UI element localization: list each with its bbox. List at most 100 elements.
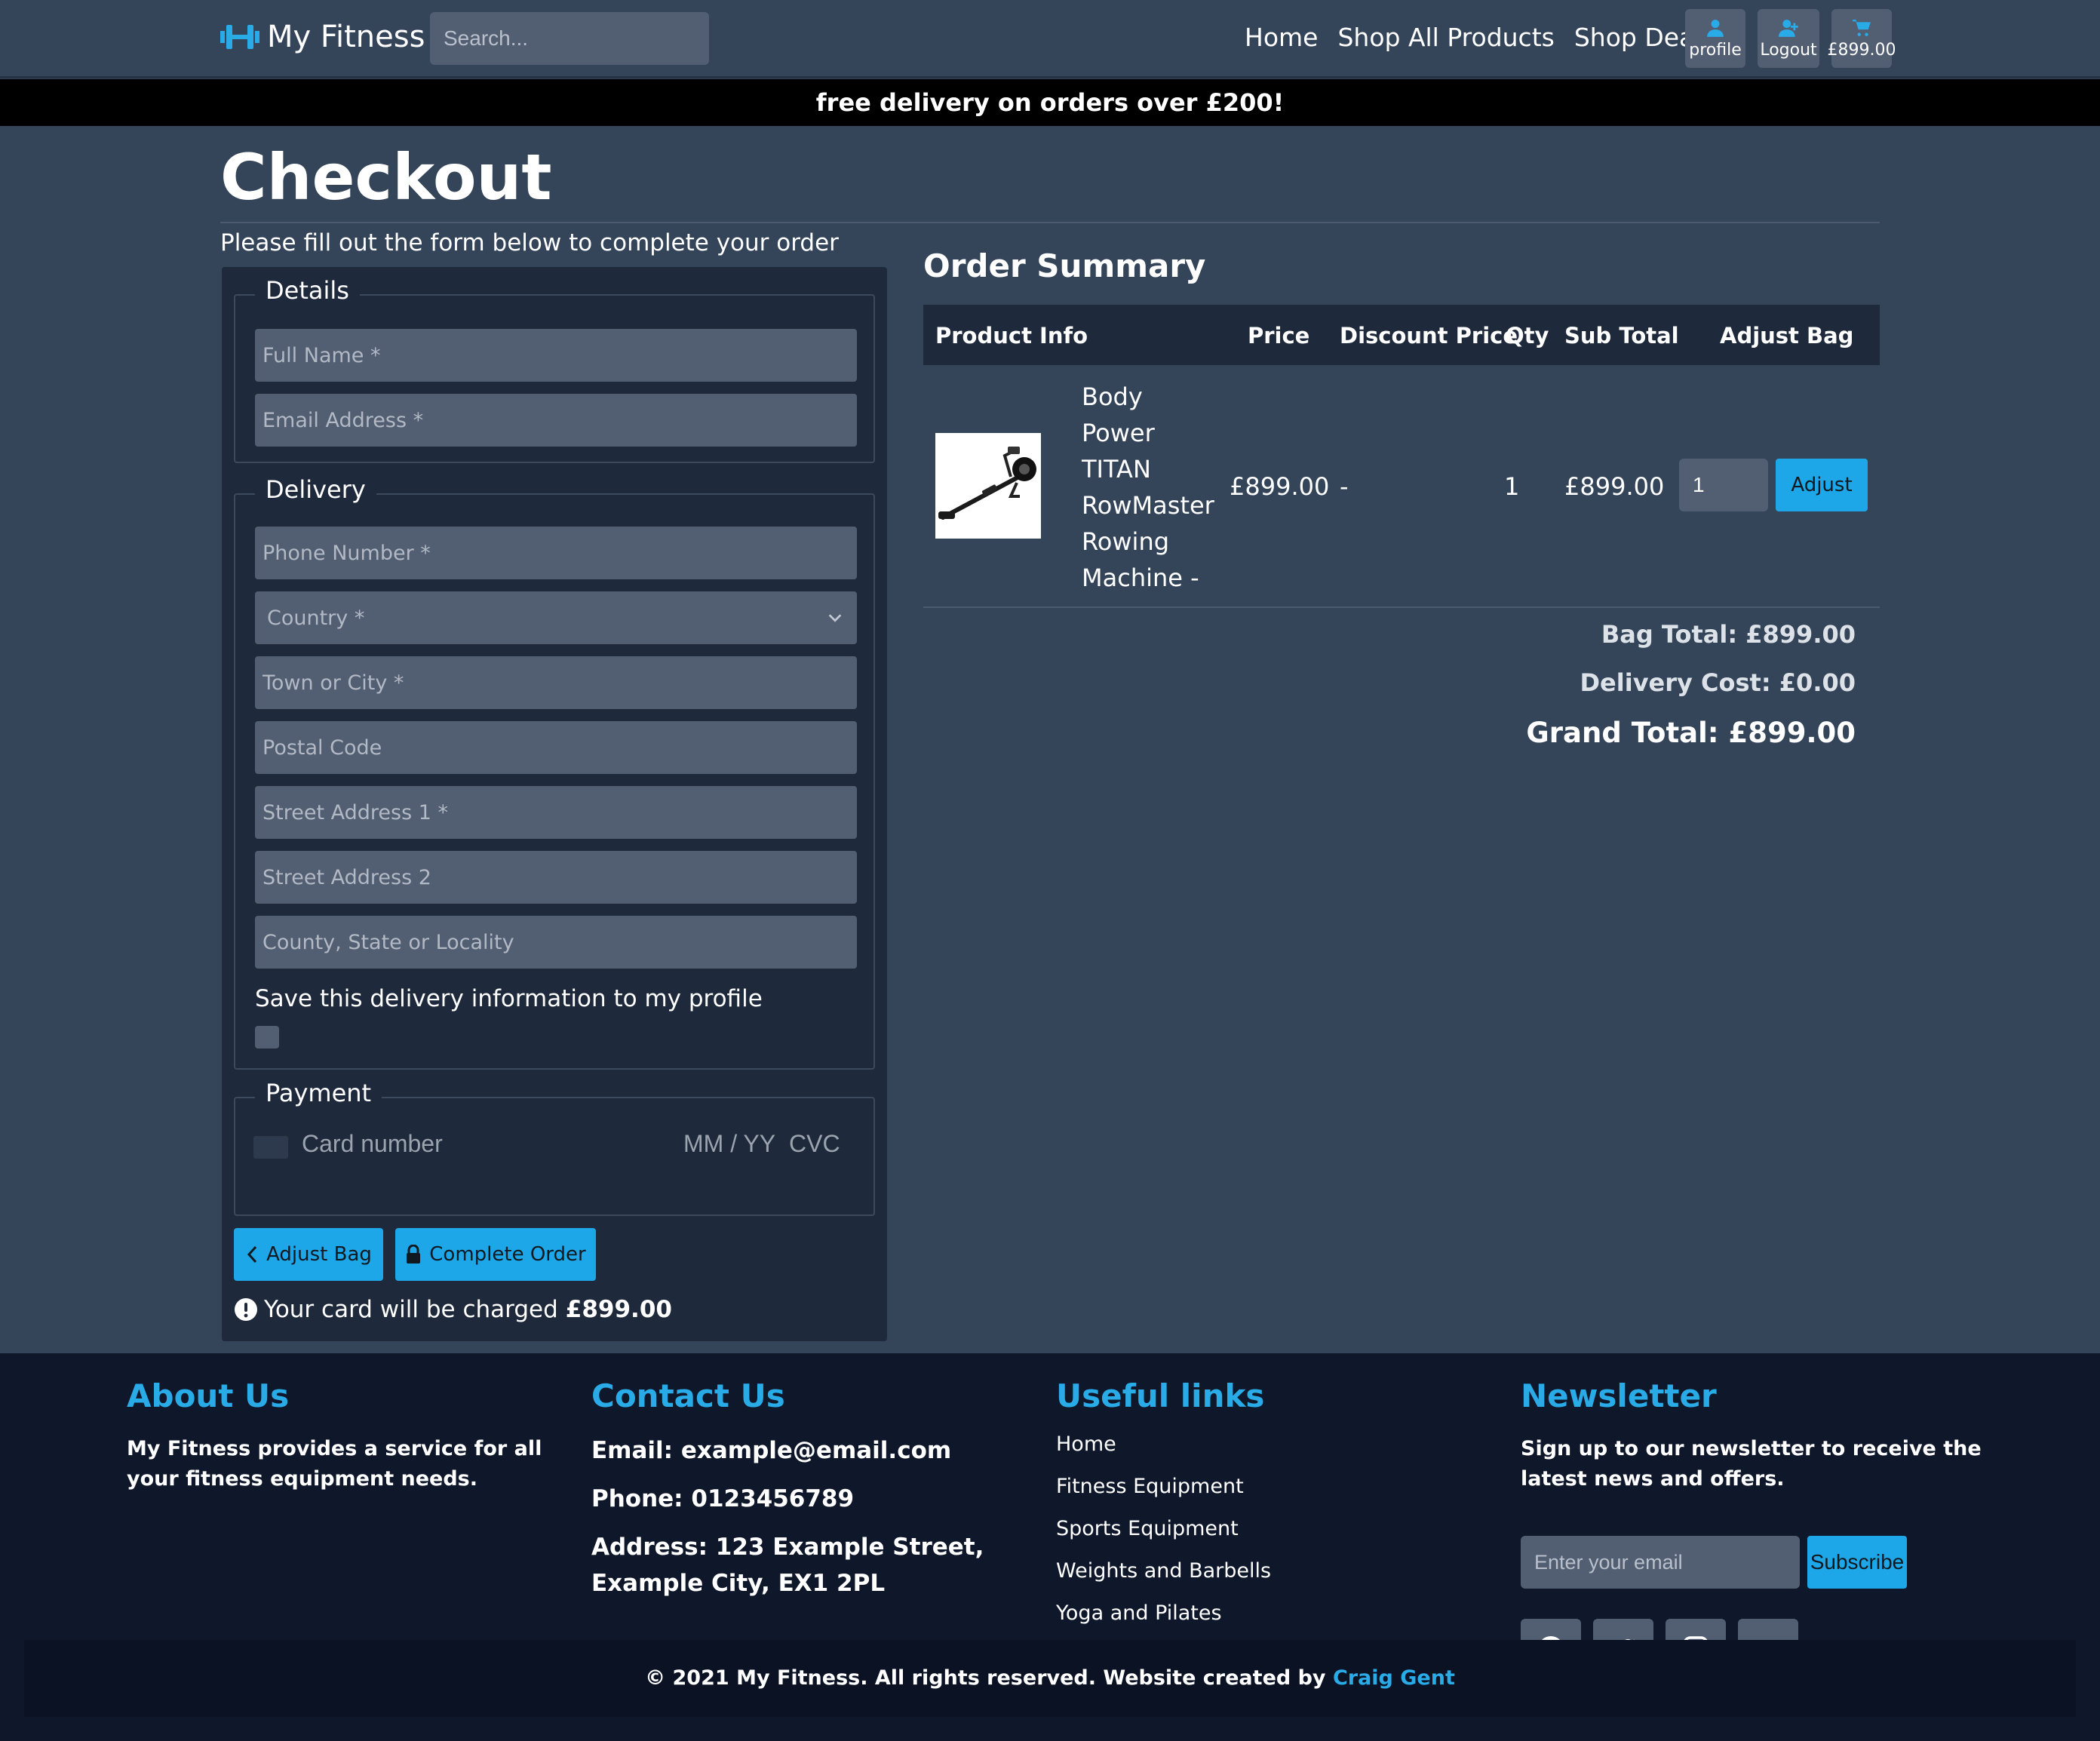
save-info-label: Save this delivery information to my pro… xyxy=(255,985,763,1012)
card-number-input[interactable]: Card number xyxy=(302,1130,443,1158)
town-city-field[interactable] xyxy=(255,656,857,709)
postcode-field[interactable] xyxy=(255,721,857,774)
copyright-bar: © 2021 My Fitness. All rights reserved. … xyxy=(24,1640,2076,1717)
payment-legend: Payment xyxy=(255,1079,382,1107)
col-product-info: Product Info xyxy=(935,323,1088,349)
title-divider xyxy=(220,222,1880,223)
summary-divider xyxy=(923,606,1880,608)
product-price: £899.00 xyxy=(1230,472,1330,501)
useful-links-title: Useful links xyxy=(1056,1377,1265,1414)
shopping-cart-icon xyxy=(1853,19,1871,36)
order-summary-title: Order Summary xyxy=(923,247,1206,284)
logout-label: Logout xyxy=(1760,40,1817,60)
lock-icon xyxy=(407,1245,421,1264)
about-text: My Fitness provides a service for all yo… xyxy=(127,1437,542,1491)
col-discount-price: Discount Price xyxy=(1340,323,1518,349)
footer-link-sports-equipment[interactable]: Sports Equipment xyxy=(1056,1508,1478,1550)
exclamation-circle-icon xyxy=(235,1298,257,1321)
footer-contact: Contact Us Email: example@email.com Phon… xyxy=(591,1377,1029,1601)
useful-links-list: Home Fitness Equipment Sports Equipment … xyxy=(1056,1423,1478,1635)
form-instructions: Please fill out the form below to comple… xyxy=(220,229,839,256)
about-title: About Us xyxy=(127,1377,290,1414)
page-title: Checkout xyxy=(220,140,552,214)
email-field[interactable] xyxy=(255,394,857,447)
card-cvc-input[interactable]: CVC xyxy=(789,1130,840,1158)
charge-notice: Your card will be charged £899.00 xyxy=(234,1296,672,1323)
brand-logo[interactable]: My Fitness xyxy=(220,20,425,54)
user-icon xyxy=(1707,19,1724,37)
credit-card-icon xyxy=(253,1136,288,1159)
col-price: Price xyxy=(1248,323,1310,349)
contact-title: Contact Us xyxy=(591,1377,785,1414)
nav-links: Home Shop All Products Shop Deals xyxy=(1245,23,1734,52)
street-address-1-field[interactable] xyxy=(255,786,857,839)
footer: About Us My Fitness provides a service f… xyxy=(0,1353,2100,1741)
delivery-legend: Delivery xyxy=(255,475,376,504)
chevron-down-icon xyxy=(828,614,842,622)
charge-amount: £899.00 xyxy=(565,1296,672,1323)
col-sub-total: Sub Total xyxy=(1564,323,1679,349)
newsletter-email-input[interactable] xyxy=(1521,1536,1800,1589)
complete-order-button[interactable]: Complete Order xyxy=(395,1228,596,1281)
quantity-input[interactable] xyxy=(1679,459,1768,511)
phone-field[interactable] xyxy=(255,527,857,579)
user-plus-icon xyxy=(1779,19,1798,37)
adjust-bag-label: Adjust Bag xyxy=(266,1243,372,1266)
col-qty: Qty xyxy=(1506,323,1549,349)
summary-table-header: Product Info Price Discount Price Qty Su… xyxy=(923,305,1880,365)
product-subtotal: £899.00 xyxy=(1564,472,1665,501)
logout-button[interactable]: Logout xyxy=(1758,9,1819,68)
adjust-quantity-button[interactable]: Adjust xyxy=(1776,459,1868,511)
footer-link-home[interactable]: Home xyxy=(1056,1423,1478,1466)
street-address-2-field[interactable] xyxy=(255,851,857,904)
search-input[interactable] xyxy=(430,12,709,65)
footer-link-weights-barbells[interactable]: Weights and Barbells xyxy=(1056,1550,1478,1592)
contact-address: Address: 123 Example Street, Example Cit… xyxy=(591,1534,984,1597)
newsletter-text: Sign up to our newsletter to receive the… xyxy=(1521,1437,1982,1491)
bag-total: £899.00 xyxy=(1827,40,1896,60)
delivery-fieldset: Delivery Country * Save this delivery in… xyxy=(234,475,875,1070)
copyright-text: © 2021 My Fitness. All rights reserved. … xyxy=(645,1666,1326,1690)
brand-name: My Fitness xyxy=(267,20,425,54)
country-select-value: Country * xyxy=(267,606,365,630)
footer-about: About Us My Fitness provides a service f… xyxy=(127,1377,549,1494)
profile-label: profile xyxy=(1689,40,1742,60)
complete-order-label: Complete Order xyxy=(429,1243,586,1266)
product-image xyxy=(935,433,1041,539)
payment-fieldset: Payment Card number MM / YY CVC xyxy=(234,1079,875,1216)
rowing-machine-image xyxy=(938,447,1036,520)
full-name-field[interactable] xyxy=(255,329,857,382)
details-legend: Details xyxy=(255,276,360,305)
nav-home[interactable]: Home xyxy=(1245,23,1318,52)
card-expiry-input[interactable]: MM / YY xyxy=(683,1130,775,1158)
footer-link-yoga-pilates[interactable]: Yoga and Pilates xyxy=(1056,1592,1478,1635)
details-fieldset: Details xyxy=(234,276,875,463)
footer-link-fitness-equipment[interactable]: Fitness Equipment xyxy=(1056,1466,1478,1508)
subscribe-button[interactable]: Subscribe xyxy=(1807,1536,1907,1589)
bag-button[interactable]: £899.00 xyxy=(1828,9,1896,68)
contact-phone: Phone: 0123456789 xyxy=(591,1485,855,1512)
navbar: My Fitness Home Shop All Products Shop D… xyxy=(0,0,2100,78)
product-name: Body Power TITAN RowMaster Rowing Machin… xyxy=(1082,382,1214,592)
footer-useful-links: Useful links Home Fitness Equipment Spor… xyxy=(1056,1377,1478,1635)
product-qty: 1 xyxy=(1504,472,1520,501)
charge-note-text: Your card will be charged xyxy=(264,1296,558,1323)
county-field[interactable] xyxy=(255,916,857,969)
country-select[interactable]: Country * xyxy=(255,591,857,644)
checkout-form: Details Delivery Country * Save this del… xyxy=(222,267,887,1341)
adjust-bag-button[interactable]: Adjust Bag xyxy=(234,1228,383,1281)
save-info-checkbox[interactable] xyxy=(255,1026,279,1049)
col-adjust-bag: Adjust Bag xyxy=(1720,323,1854,349)
newsletter-title: Newsletter xyxy=(1521,1377,1717,1414)
contact-email: Email: example@email.com xyxy=(591,1437,952,1464)
chevron-left-icon xyxy=(247,1245,257,1264)
nav-shop-all-products[interactable]: Shop All Products xyxy=(1337,23,1554,52)
delivery-banner: free delivery on orders over £200! xyxy=(0,79,2100,126)
author-link[interactable]: Craig Gent xyxy=(1333,1666,1455,1690)
grand-total-line: Grand Total: £899.00 xyxy=(1526,717,1856,749)
delivery-cost-line: Delivery Cost: £0.00 xyxy=(1580,668,1856,697)
profile-button[interactable]: profile xyxy=(1685,9,1745,68)
product-discount: - xyxy=(1340,472,1349,501)
bag-total-line: Bag Total: £899.00 xyxy=(1601,620,1856,649)
dumbbell-icon xyxy=(220,25,259,49)
